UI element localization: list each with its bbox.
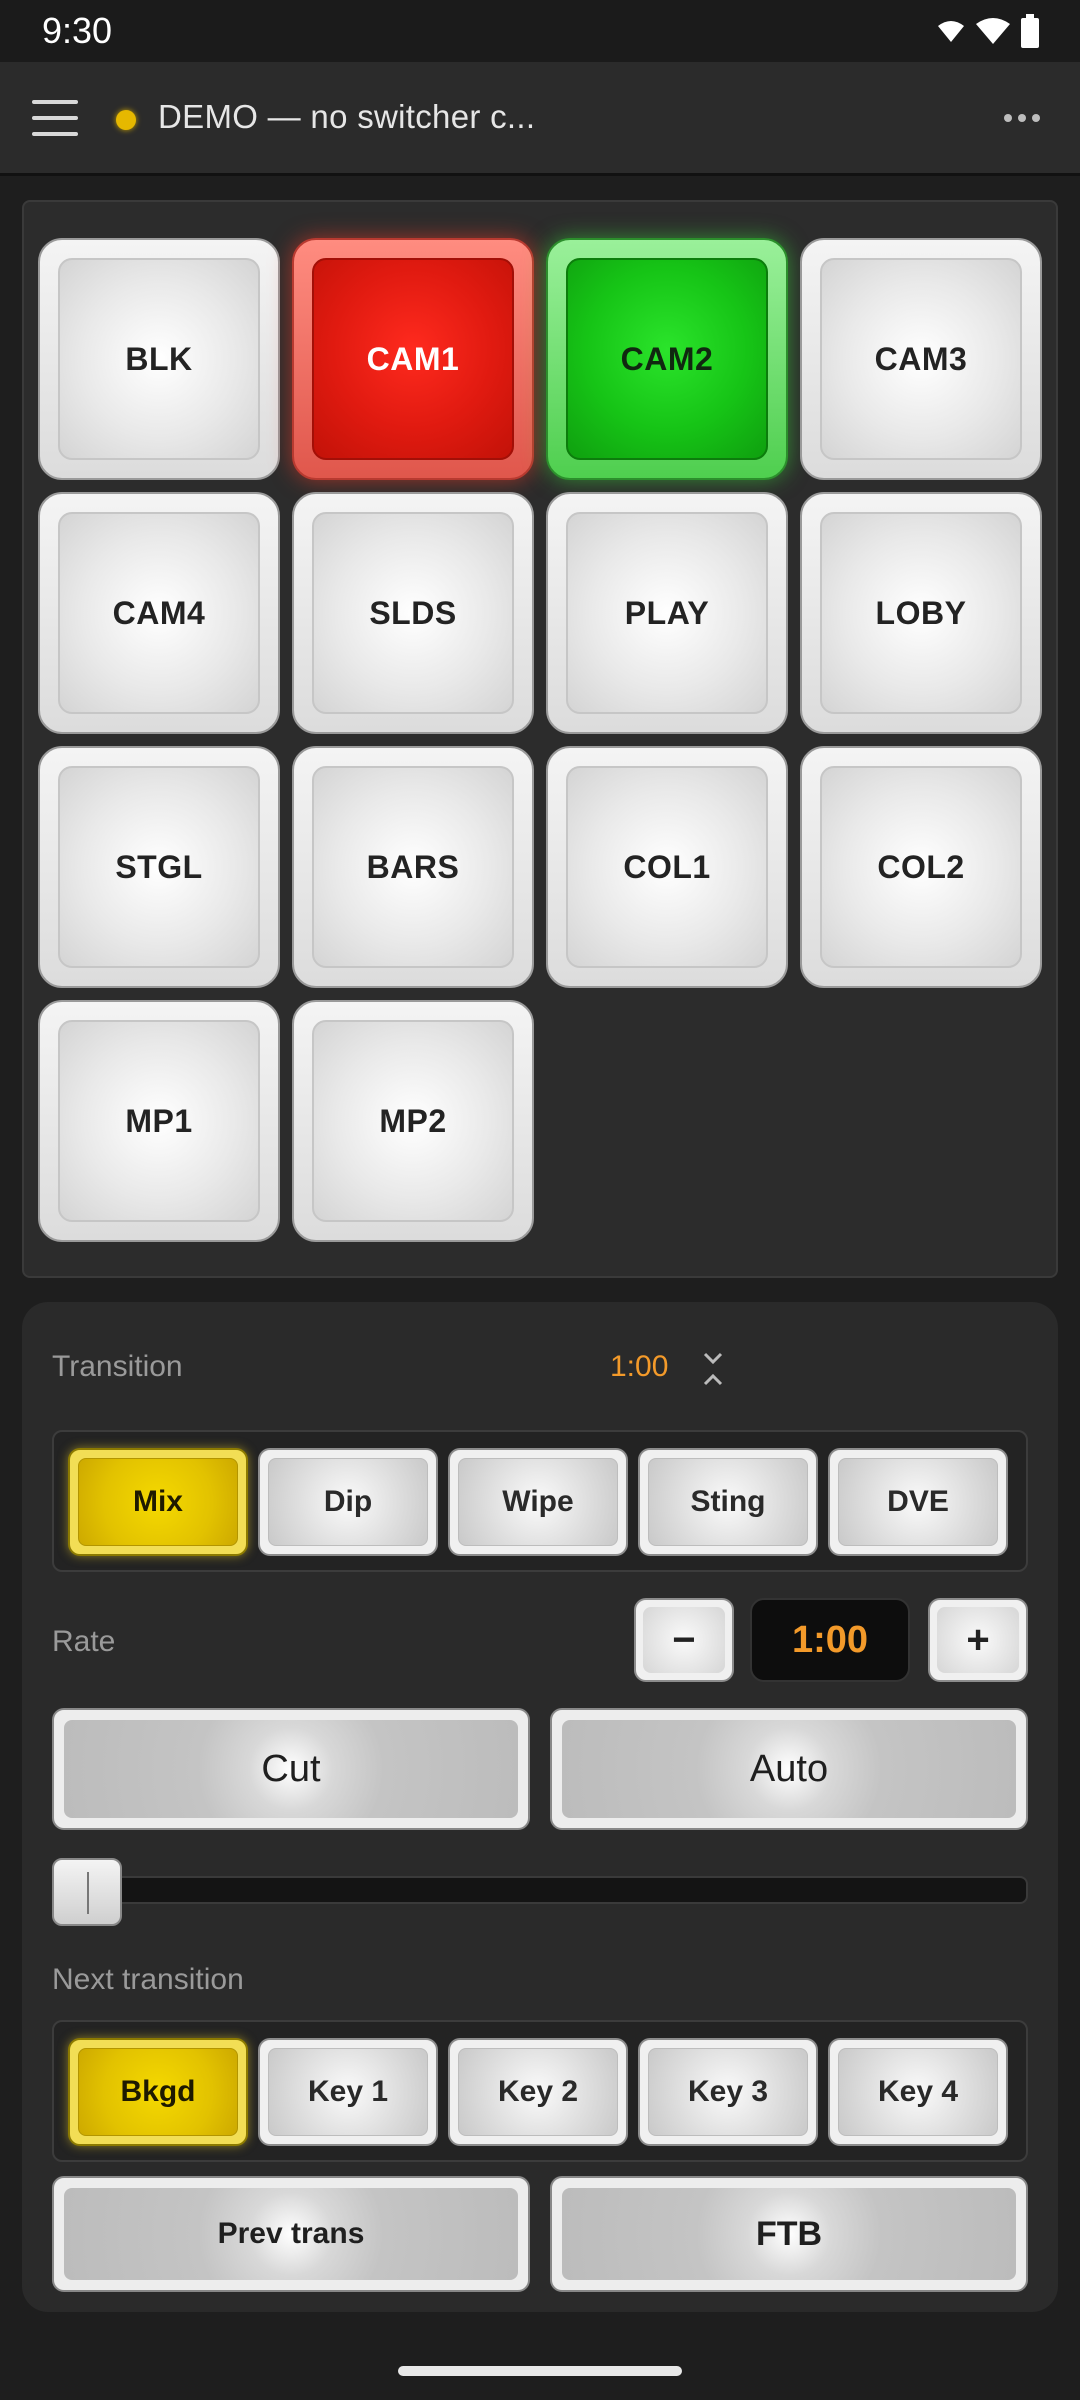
transition-style-label: Dip [268,1458,428,1546]
transition-style-label: Wipe [458,1458,618,1546]
source-button-label: CAM2 [566,258,768,460]
source-button-label: COL1 [566,766,768,968]
next-transition-label: Key 3 [648,2048,808,2136]
rate-decrement-label: − [643,1607,725,1673]
next-transition-bkgd[interactable]: Bkgd [68,2038,248,2146]
next-transition-group: Bkgd Key 1 Key 2 Key 3 Key 4 [52,2020,1028,2162]
next-transition-key-3[interactable]: Key 3 [638,2038,818,2146]
auto-button[interactable]: Auto [550,1708,1028,1830]
rate-value-display: 1:00 [750,1598,910,1682]
next-transition-label: Key 2 [458,2048,618,2136]
app-title: DEMO — no switcher c... [158,98,536,135]
source-grid-panel: BLK CAM1 CAM2 CAM3 CAM4 SLDS PLAY LOBY STGL BARS C… [22,200,1058,1278]
source-button-mp2[interactable]: MP2 [292,1000,534,1242]
transition-style-sting[interactable]: Sting [638,1448,818,1556]
next-transition-label: Key 1 [268,2048,428,2136]
transition-style-group: Mix Dip Wipe Sting DVE [52,1430,1028,1572]
rate-increment-label: + [937,1607,1019,1673]
ftb-label: FTB [562,2188,1016,2280]
next-transition-label: Bkgd [78,2048,238,2136]
source-button-cam1[interactable]: CAM1 [292,238,534,480]
source-button-blk[interactable]: BLK [38,238,280,480]
cut-label: Cut [64,1720,518,1818]
source-button-label: BLK [58,258,260,460]
transition-style-wipe[interactable]: Wipe [448,1448,628,1556]
next-transition-key-1[interactable]: Key 1 [258,2038,438,2146]
source-button-loby[interactable]: LOBY [800,492,1042,734]
prev-trans-label: Prev trans [64,2188,518,2280]
source-button-label: CAM3 [820,258,1022,460]
transition-style-dip[interactable]: Dip [258,1448,438,1556]
more-horizontal-icon[interactable] [1004,114,1040,122]
status-time: 9:30 [42,10,113,51]
source-button-label: STGL [58,766,260,968]
source-button-stgl[interactable]: STGL [38,746,280,988]
source-button-cam4[interactable]: CAM4 [38,492,280,734]
prev-trans-button[interactable]: Prev trans [52,2176,530,2292]
source-button-label: COL2 [820,766,1022,968]
transition-duration: 1:00 [610,1350,669,1383]
transition-style-label: DVE [838,1458,998,1546]
status-bar: 9:30 [0,0,1080,62]
transition-label: Transition [52,1350,183,1383]
signal-icon [976,18,1010,44]
source-button-col1[interactable]: COL1 [546,746,788,988]
home-indicator[interactable] [398,2366,682,2376]
source-button-label: MP2 [312,1020,514,1222]
ftb-button[interactable]: FTB [550,2176,1028,2292]
source-button-col2[interactable]: COL2 [800,746,1042,988]
app-bar: DEMO — no switcher c... [0,62,1080,176]
source-button-play[interactable]: PLAY [546,492,788,734]
source-button-cam2[interactable]: CAM2 [546,238,788,480]
battery-icon [1021,14,1039,48]
source-button-bars[interactable]: BARS [292,746,534,988]
source-button-label: CAM1 [312,258,514,460]
source-button-label: CAM4 [58,512,260,714]
source-button-label: MP1 [58,1020,260,1222]
next-transition-key-4[interactable]: Key 4 [828,2038,1008,2146]
wifi-icon [938,21,964,42]
rate-increment-button[interactable]: + [928,1598,1028,1682]
transition-style-label: Mix [78,1458,238,1546]
source-button-label: SLDS [312,512,514,714]
transition-style-label: Sting [648,1458,808,1546]
status-icons [936,14,1040,48]
source-button-cam3[interactable]: CAM3 [800,238,1042,480]
tbar-handle[interactable] [52,1858,122,1926]
source-button-slds[interactable]: SLDS [292,492,534,734]
source-button-mp1[interactable]: MP1 [38,1000,280,1242]
source-button-label: PLAY [566,512,768,714]
collapse-icon[interactable] [700,1350,726,1388]
auto-label: Auto [562,1720,1016,1818]
transition-style-dve[interactable]: DVE [828,1448,1008,1556]
source-button-label: LOBY [820,512,1022,714]
next-transition-key-2[interactable]: Key 2 [448,2038,628,2146]
transition-style-mix[interactable]: Mix [68,1448,248,1556]
next-transition-label: Key 4 [838,2048,998,2136]
tbar-track[interactable] [56,1876,1028,1904]
cut-button[interactable]: Cut [52,1708,530,1830]
connection-status-dot [116,110,136,130]
rate-decrement-button[interactable]: − [634,1598,734,1682]
source-button-label: BARS [312,766,514,968]
rate-label: Rate [52,1625,116,1658]
next-transition-label: Next transition [52,1963,244,1996]
hamburger-icon[interactable] [32,100,78,136]
